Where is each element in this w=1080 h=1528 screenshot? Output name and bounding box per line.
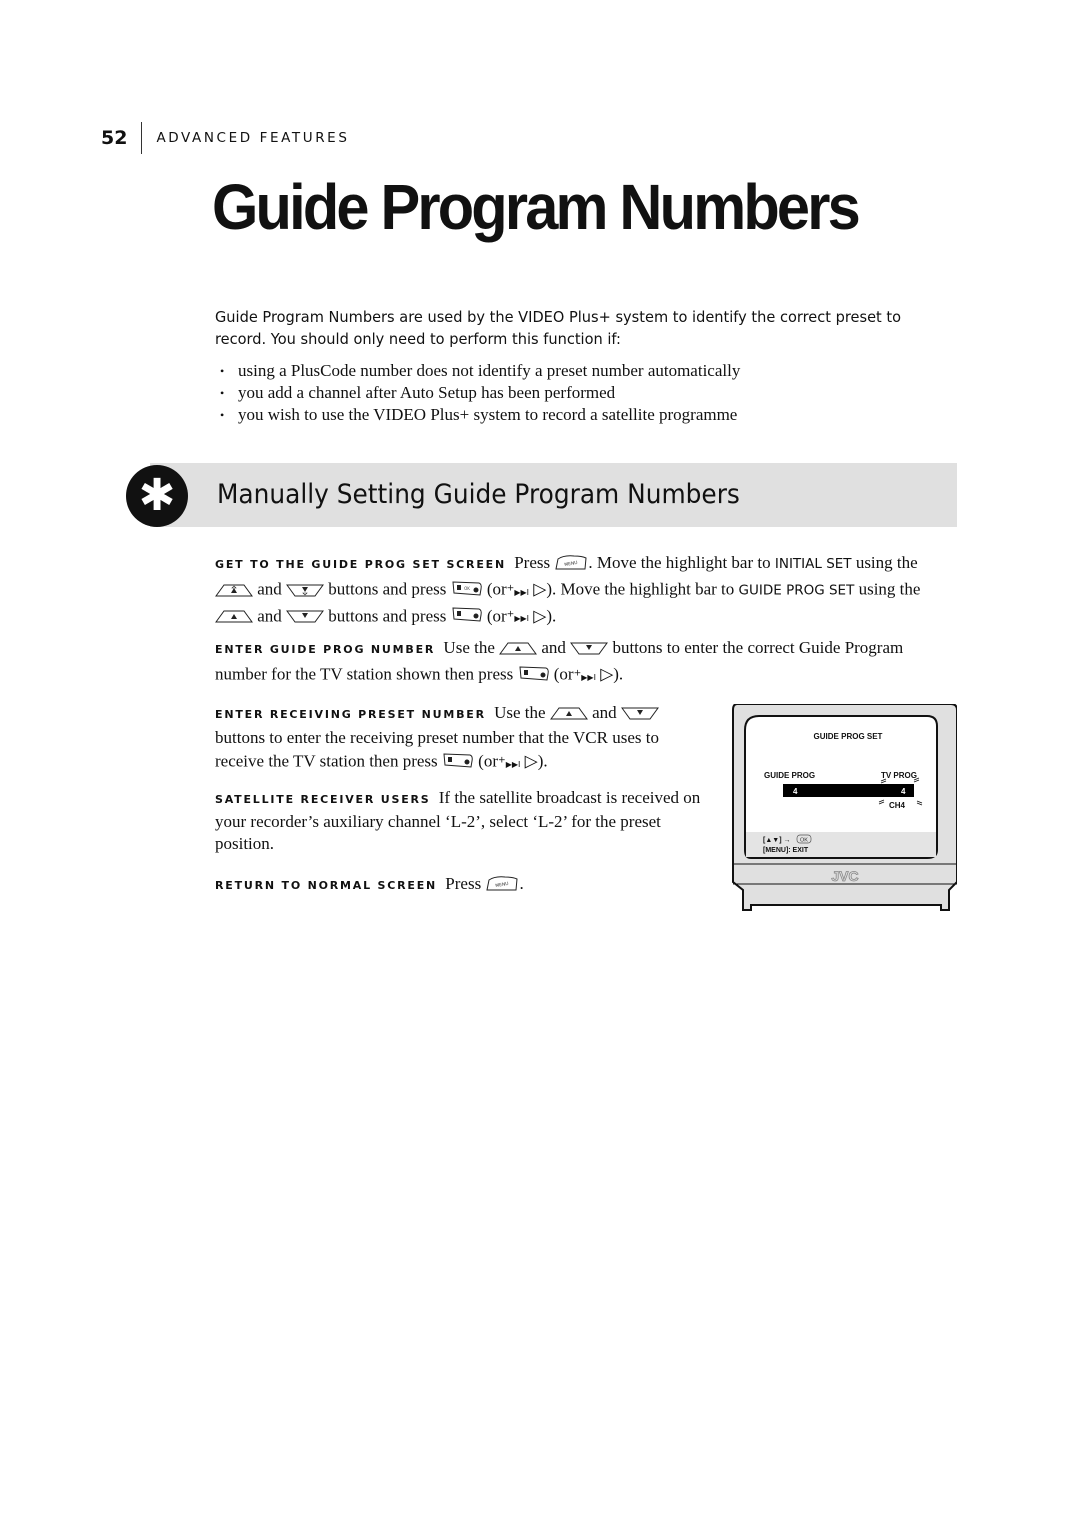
play-icon: ▷ [524,751,538,771]
menu-button-icon: MENU [554,554,588,577]
step-lead: ENTER RECEIVING PRESET NUMBER [215,708,486,721]
tv-col-tv-prog: TV PROG [881,771,917,780]
down-button-icon [286,608,325,630]
keyword-initial-set: INITIAL SET [774,556,852,572]
skip-plus-icon: +▶▶I [498,754,521,769]
step-lead: GET TO THE GUIDE PROG SET SCREEN [215,558,506,571]
tv-hint-ok: OK [800,838,808,844]
tv-hint-line2: [MENU]: EXIT [763,847,809,854]
ok-button-icon [442,752,474,776]
step-satellite-receiver: SATELLITE RECEIVER USERS If the satellit… [215,788,701,853]
step-enter-guide-prog: ENTER GUIDE PROG NUMBER Use the and butt… [215,637,950,689]
up-button-icon [549,705,588,727]
play-icon: ▷ [533,606,547,626]
play-icon: ▷ [600,664,614,684]
down-button-icon [620,705,659,727]
page-title: Guide Program Numbers [212,171,861,243]
step-lead: RETURN TO NORMAL SCREEN [215,879,438,892]
bullet-item: you add a channel after Auto Setup has b… [220,382,740,404]
step-lead: ENTER GUIDE PROG NUMBER [215,643,436,656]
step-get-to-screen: GET TO THE GUIDE PROG SET SCREEN Press M… [215,552,950,630]
tv-illustration: GUIDE PROG SET GUIDE PROG TV PROG 4 4 CH… [731,703,958,914]
ok-button-icon [518,665,550,689]
play-icon: ▷ [533,579,547,599]
up-button-icon [215,608,253,630]
bullet-item: you wish to use the VIDEO Plus+ system t… [220,404,740,426]
tv-channel: CH4 [889,801,906,810]
ok-button-icon [451,606,483,630]
keyword-guide-prog-set: GUIDE PROG SET [738,582,855,599]
intro-bullets: using a PlusCode number does not identif… [220,360,740,426]
section-label: ADVANCED FEATURES [156,130,350,146]
tv-brand-logo: JVC [831,868,858,884]
skip-plus-icon: +▶▶I [506,608,530,624]
page-header: 52 ADVANCED FEATURES [101,122,349,154]
step-return-normal: RETURN TO NORMAL SCREEN Press MENU. [215,873,705,898]
ok-button-icon: OK [451,580,483,604]
up-button-icon [499,640,538,662]
step-lead: SATELLITE RECEIVER USERS [215,793,431,806]
tv-hint-line1: [▲▼] → [763,837,790,844]
intro-paragraph: Guide Program Numbers are used by the VI… [215,308,902,348]
down-button-icon [570,640,609,662]
svg-text:OK: OK [464,586,470,591]
step-enter-receiving-preset: ENTER RECEIVING PRESET NUMBER Use the an… [215,702,705,776]
tv-tv-prog-value: 4 [901,787,906,796]
down-button-icon [286,582,325,604]
skip-plus-icon: +▶▶I [506,582,530,597]
up-button-icon [215,582,253,604]
bullet-item: using a PlusCode number does not identif… [220,360,740,382]
asterisk-icon: ✱ [126,465,188,527]
skip-plus-icon: +▶▶I [573,667,596,682]
tv-col-guide-prog: GUIDE PROG [764,771,815,780]
header-divider [141,122,143,154]
section-title: Manually Setting Guide Program Numbers [217,479,740,510]
tv-screen-heading: GUIDE PROG SET [814,732,883,741]
menu-button-icon: MENU [485,875,519,898]
tv-guide-prog-value: 4 [793,787,798,796]
tv-highlight-bar [783,784,914,797]
page-number: 52 [101,127,128,149]
